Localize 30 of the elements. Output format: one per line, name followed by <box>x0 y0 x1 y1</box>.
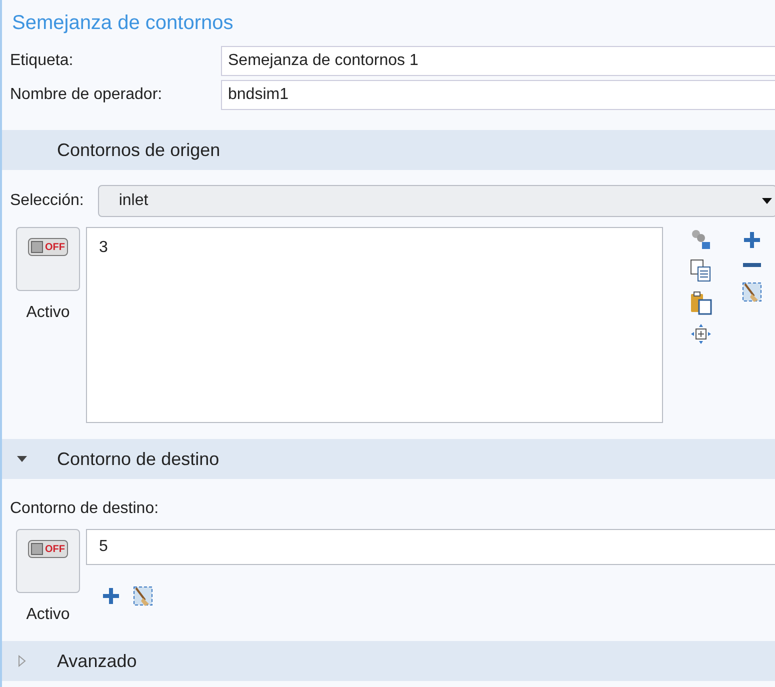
dropdown-arrow-icon <box>762 197 772 205</box>
section-header[interactable]: Contorno de destino <box>2 439 775 479</box>
add-icon[interactable] <box>743 231 761 249</box>
toggle-button[interactable]: OFF <box>16 227 80 291</box>
toggle-button[interactable]: OFF <box>16 529 80 593</box>
text-field[interactable]: 5 <box>86 529 775 565</box>
text-field[interactable]: Semejanza de contornos 1 <box>221 46 775 76</box>
section-title: Contorno de destino <box>57 448 220 470</box>
add-icon[interactable] <box>102 587 120 605</box>
toggle-label: Activo <box>26 303 70 323</box>
copy-icon[interactable] <box>690 259 712 283</box>
zoom-to-selection-icon[interactable] <box>690 323 712 345</box>
group-icon[interactable] <box>691 229 711 251</box>
clear-selection-icon[interactable] <box>132 585 154 607</box>
text-field[interactable]: bndsim1 <box>221 80 775 110</box>
section-header[interactable]: Contornos de origen <box>2 130 775 170</box>
panel-title: Semejanza de contornos <box>11 11 234 36</box>
selection-dropdown[interactable]: inlet <box>98 185 775 217</box>
toggle-label: Activo <box>26 605 70 625</box>
clear-selection-icon[interactable] <box>741 281 763 303</box>
field-label: Contorno de destino: <box>9 499 160 519</box>
list-item[interactable]: 3 <box>99 236 650 260</box>
field-label: Nombre de operador: <box>10 85 164 105</box>
field-label: Etiqueta: <box>10 51 74 71</box>
section-title: Avanzado <box>57 650 137 672</box>
section-title: Contornos de origen <box>57 138 220 162</box>
selection-list[interactable]: 3 <box>86 227 663 423</box>
paste-icon[interactable] <box>690 291 712 315</box>
section-header[interactable]: Avanzado <box>2 641 775 681</box>
selection-label: Selección: <box>10 191 84 211</box>
